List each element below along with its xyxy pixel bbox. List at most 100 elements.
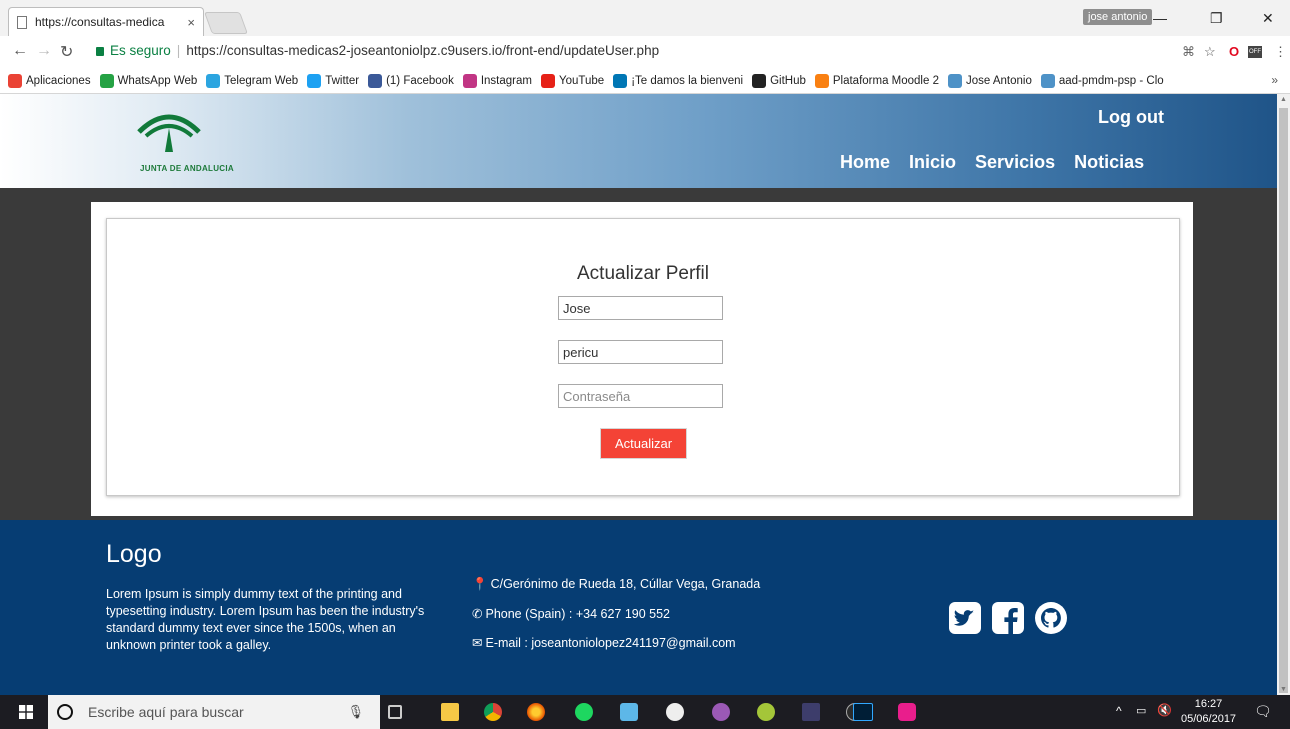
site-footer: Logo Lorem Ipsum is simply dummy text of… xyxy=(0,520,1277,695)
address-text: C/Gerónimo de Rueda 18, Cúllar Vega, Gra… xyxy=(490,577,761,591)
browser-tab[interactable]: https://consultas-medica × xyxy=(8,7,204,36)
bookmark-item[interactable]: Telegram Web xyxy=(206,73,298,88)
reload-icon[interactable]: ↻ xyxy=(60,42,73,62)
tab-close-icon[interactable]: × xyxy=(187,15,195,30)
footer-description: Lorem Ipsum is simply dummy text of the … xyxy=(106,587,425,652)
bookmark-item[interactable]: Twitter xyxy=(307,73,359,88)
bookmark-item[interactable]: Aplicaciones xyxy=(8,73,91,88)
chrome-icon[interactable] xyxy=(484,703,502,721)
password-input[interactable] xyxy=(558,384,723,408)
nav-servicios[interactable]: Servicios xyxy=(975,152,1055,173)
bookmark-item[interactable]: Plataforma Moodle 2 xyxy=(814,73,939,88)
back-icon[interactable]: ← xyxy=(12,42,28,60)
nav-inicio[interactable]: Inicio xyxy=(909,152,956,173)
app-icon[interactable] xyxy=(666,703,684,721)
webstorm-icon[interactable] xyxy=(898,703,916,721)
profile-button[interactable]: jose antonio xyxy=(1083,9,1153,25)
new-tab-button[interactable] xyxy=(203,12,249,34)
bookmark-item[interactable]: WhatsApp Web xyxy=(99,73,198,88)
bookmark-label: WhatsApp Web xyxy=(117,74,198,87)
bookmark-label: Instagram xyxy=(480,74,532,87)
minimize-icon[interactable]: — xyxy=(1153,10,1167,26)
name-input[interactable] xyxy=(558,296,723,320)
facebook-icon[interactable] xyxy=(991,601,1025,635)
linkedin-icon xyxy=(613,73,628,88)
notifications-icon[interactable]: 🗨 xyxy=(1254,703,1272,720)
spotify-icon[interactable] xyxy=(575,703,593,721)
clock-time: 16:27 xyxy=(1194,698,1223,710)
menu-dots-icon[interactable]: ⋮ xyxy=(1274,44,1287,60)
envelope-icon: ✉ xyxy=(472,636,483,650)
bookmark-item[interactable]: (1) Facebook xyxy=(368,73,454,88)
bookmark-item[interactable]: Instagram xyxy=(462,73,532,88)
cortana-icon xyxy=(57,704,73,720)
microphone-icon[interactable]: 🎙 xyxy=(347,704,364,720)
visual-studio-icon[interactable] xyxy=(802,703,820,721)
cloud9-icon xyxy=(1040,73,1055,88)
form-title: Actualizar Perfil xyxy=(577,263,709,284)
maximize-icon[interactable]: ❐ xyxy=(1210,10,1223,27)
logout-link[interactable]: Log out xyxy=(1098,107,1164,128)
secure-label: Es seguro xyxy=(110,43,171,58)
site-header: JUNTA DE ANDALUCIA Log out Home Inicio S… xyxy=(0,94,1277,188)
scroll-up-icon[interactable]: ▲ xyxy=(1280,96,1287,103)
bookmark-label: Jose Antonio xyxy=(965,74,1032,87)
bookmark-item[interactable]: aad-pmdm-psp - Clo xyxy=(1040,73,1164,88)
map-marker-icon: 📍 xyxy=(472,577,488,591)
nav-noticias[interactable]: Noticias xyxy=(1074,152,1144,173)
file-explorer-icon[interactable] xyxy=(441,703,459,721)
update-button[interactable]: Actualizar xyxy=(600,428,687,459)
bookmark-star-icon[interactable]: ☆ xyxy=(1204,44,1216,60)
taskbar-search[interactable]: Escribe aquí para buscar 🎙 xyxy=(48,695,380,729)
username-input[interactable] xyxy=(558,340,723,364)
android-studio-icon[interactable] xyxy=(757,703,775,721)
system-clock[interactable]: 16:27 05/06/2017 xyxy=(1181,697,1236,727)
footer-logo: Logo xyxy=(106,540,162,568)
bookmarks-more-icon[interactable]: » xyxy=(1271,73,1278,87)
volume-icon[interactable]: 🔇 xyxy=(1157,703,1172,717)
footer-phone: ✆ Phone (Spain) : +34 627 190 552 xyxy=(472,606,670,621)
page-viewport: JUNTA DE ANDALUCIA Log out Home Inicio S… xyxy=(0,94,1277,695)
forward-icon[interactable]: → xyxy=(36,42,52,60)
url-text: https://consultas-medicas2-joseantoniolp… xyxy=(186,43,660,58)
windows-start-icon[interactable] xyxy=(19,705,33,719)
github-desktop-icon[interactable] xyxy=(712,703,730,721)
close-window-icon[interactable]: ✕ xyxy=(1262,10,1274,27)
phone-icon: ✆ xyxy=(472,607,483,621)
lock-icon xyxy=(96,47,104,56)
firefox-icon[interactable] xyxy=(527,703,545,721)
bookmark-label: Plataforma Moodle 2 xyxy=(832,74,939,87)
extension-off-icon[interactable]: OFF xyxy=(1248,46,1262,58)
bookmark-label: (1) Facebook xyxy=(386,74,454,87)
twitter-icon[interactable] xyxy=(948,601,982,635)
apps-grid-icon xyxy=(8,73,22,88)
bookmark-item[interactable]: Jose Antonio xyxy=(947,73,1032,88)
phone-text: Phone (Spain) : +34 627 190 552 xyxy=(485,607,671,621)
bookmark-item[interactable]: YouTube xyxy=(540,73,604,88)
photoshop-icon[interactable] xyxy=(853,703,873,721)
bookmark-item[interactable]: ¡Te damos la bienveni xyxy=(613,73,743,88)
bookmark-item[interactable]: GitHub xyxy=(752,73,806,88)
address-bar-row: ← → ↻ Es seguro | https://consultas-medica… xyxy=(0,36,1290,68)
page-icon xyxy=(17,15,27,29)
scroll-down-icon[interactable]: ▼ xyxy=(1280,686,1287,693)
github-icon[interactable] xyxy=(1034,601,1068,635)
nav-home[interactable]: Home xyxy=(840,152,890,173)
search-placeholder: Escribe aquí para buscar xyxy=(88,704,244,720)
battery-icon[interactable]: ▭ xyxy=(1136,704,1146,717)
page-scrollbar[interactable]: ▲ ▼ xyxy=(1277,94,1290,695)
tray-chevron-icon[interactable]: ^ xyxy=(1116,704,1122,718)
twitter-icon xyxy=(307,73,322,88)
windows-taskbar: Escribe aquí para buscar 🎙 ^ ▭ 🔇 16:27 0… xyxy=(0,695,1290,729)
scroll-thumb[interactable] xyxy=(1279,108,1288,693)
url-field[interactable]: Es seguro | https://consultas-medicas2-jos… xyxy=(96,43,659,58)
opera-icon[interactable]: O xyxy=(1229,44,1239,59)
task-view-icon[interactable] xyxy=(388,705,402,719)
email-text: E-mail : joseantoniolopez241197@gmail.co… xyxy=(485,636,736,650)
virtualbox-icon[interactable] xyxy=(620,703,638,721)
junta-logo-icon[interactable] xyxy=(136,106,202,156)
translate-icon[interactable]: ⌘ xyxy=(1182,44,1195,60)
moodle-icon xyxy=(814,73,829,88)
facebook-icon xyxy=(368,73,383,88)
telegram-icon xyxy=(206,73,221,88)
